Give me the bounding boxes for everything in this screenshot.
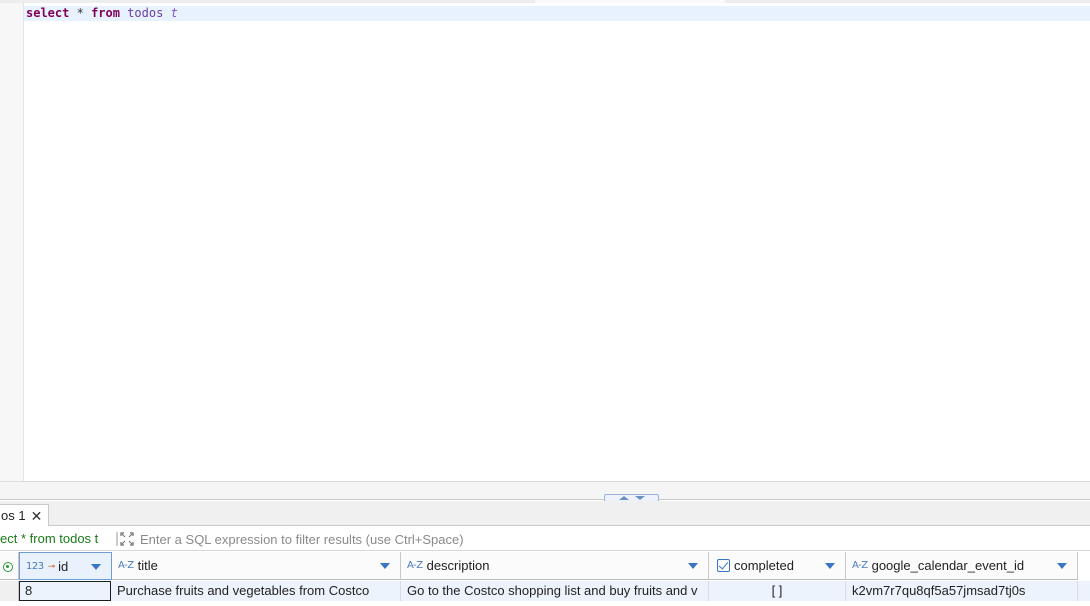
tab-results[interactable]: os 1 ✕ <box>0 504 49 526</box>
results-tab-bar: os 1 ✕ <box>0 501 1090 526</box>
filter-input[interactable] <box>140 530 1080 548</box>
sql-code-line[interactable]: select * from todos t <box>26 6 178 21</box>
sql-editor[interactable]: select * from todos t <box>0 0 1090 482</box>
sql-table-name: todos <box>127 6 164 20</box>
sort-arrow-icon[interactable] <box>380 563 390 569</box>
current-line-highlight <box>24 6 1090 21</box>
sql-keyword-from: from <box>91 6 120 20</box>
sort-arrow-icon[interactable] <box>688 563 698 569</box>
chevron-up-icon <box>619 496 629 500</box>
results-grid: 123 ⊸ id A-Z title A-Z description compl… <box>0 552 1090 606</box>
column-name: id <box>58 558 69 574</box>
editor-top-border <box>0 0 1090 3</box>
column-header-completed[interactable]: completed <box>709 552 846 580</box>
record-mode-icon <box>3 562 13 572</box>
column-name: google_calendar_event_id <box>871 558 1025 573</box>
filter-bar: ect * from todos t <box>0 527 1090 551</box>
numeric-type-icon: 123 <box>26 560 44 572</box>
text-type-icon: A-Z <box>852 560 868 571</box>
panel-splitter[interactable] <box>0 482 1090 502</box>
executed-query-text: ect * from todos t <box>0 531 98 546</box>
column-header-id[interactable]: 123 ⊸ id <box>19 552 112 580</box>
query-rest: from todos t <box>26 531 99 546</box>
sql-star: * <box>76 6 84 20</box>
cell-id[interactable]: 8 <box>19 581 111 601</box>
text-type-icon: A-Z <box>118 560 134 571</box>
column-header-google-calendar-event-id[interactable]: A-Z google_calendar_event_id <box>846 552 1078 580</box>
row-header[interactable] <box>0 581 19 601</box>
column-name: completed <box>734 558 794 573</box>
sql-table-alias: t <box>170 6 178 20</box>
key-icon: ⊸ <box>47 560 56 571</box>
table-row[interactable]: 8 Purchase fruits and vegetables from Co… <box>0 581 1090 601</box>
sql-keyword-select: select <box>26 6 70 20</box>
column-name: title <box>137 558 158 573</box>
cell-google-calendar-event-id[interactable]: k2vm7r7qu8qf5a57jmsad7tj0s <box>846 581 1078 601</box>
column-header-title[interactable]: A-Z title <box>112 552 401 580</box>
chevron-down-icon <box>635 496 645 500</box>
cell-title[interactable]: Purchase fruits and vegetables from Cost… <box>111 581 401 601</box>
tab-results-label: os 1 <box>1 508 26 523</box>
column-name: description <box>426 558 490 573</box>
cell-completed[interactable]: [ ] <box>709 581 846 601</box>
editor-gutter <box>0 3 24 481</box>
sort-arrow-icon[interactable] <box>1057 563 1067 569</box>
boolean-type-icon <box>717 559 730 572</box>
sort-arrow-icon[interactable] <box>825 563 835 569</box>
sort-arrow-icon[interactable] <box>91 564 101 570</box>
text-type-icon: A-Z <box>407 560 423 571</box>
query-prefix: ect <box>0 531 21 546</box>
column-header-description[interactable]: A-Z description <box>401 552 709 580</box>
select-all-rows[interactable] <box>0 552 19 580</box>
close-icon[interactable]: ✕ <box>31 509 43 523</box>
expand-icon[interactable] <box>116 531 134 547</box>
cell-description[interactable]: Go to the Costco shopping list and buy f… <box>401 581 709 601</box>
